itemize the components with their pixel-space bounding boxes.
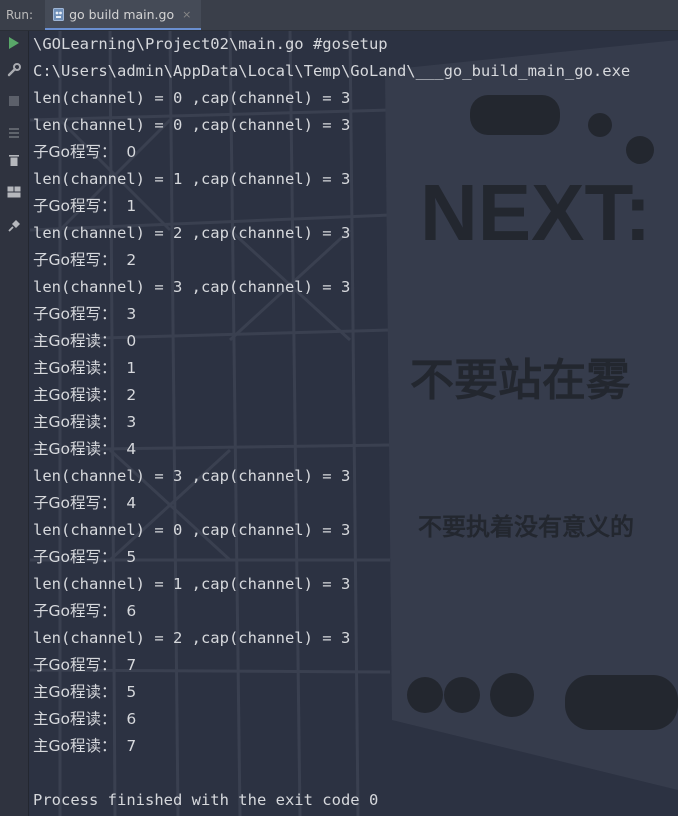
console-line: len(channel) = 3 ,cap(channel) = 3 [33,278,351,296]
console-line: 主Go程读： 1 [33,359,137,377]
console-line: 主Go程读： 7 [33,737,137,755]
console-line: len(channel) = 2 ,cap(channel) = 3 [33,629,351,647]
console-line: 子Go程写： 3 [33,305,137,323]
console-line: \GOLearning\Project02\main.go #gosetup [33,35,388,53]
console-line: len(channel) = 0 ,cap(channel) = 3 [33,89,351,107]
console-line: C:\Users\admin\AppData\Local\Temp\GoLand… [33,62,631,80]
console-line: 子Go程写： 2 [33,251,137,269]
run-label: Run: [6,8,34,22]
console-line: 主Go程读： 4 [33,440,137,458]
console-line: 主Go程读： 3 [33,413,137,431]
console-line: 子Go程写： 7 [33,656,137,674]
console-line: len(channel) = 0 ,cap(channel) = 3 [33,116,351,134]
stop-icon[interactable] [6,93,22,109]
go-file-icon [53,7,65,21]
console-line: 主Go程读： 0 [33,332,137,350]
console-line: 子Go程写： 5 [33,548,137,566]
run-tool-window: NEXT: 不要站在雾 不要执着没有意义的 Run: go build main… [0,0,678,816]
console-line: len(channel) = 2 ,cap(channel) = 3 [33,224,351,242]
tab-label: go build main.go [69,6,175,22]
console-line: len(channel) = 3 ,cap(channel) = 3 [33,467,351,485]
run-toolbar [0,31,29,816]
pin-icon[interactable] [6,218,22,234]
console-line: Process finished with the exit code 0 [33,791,379,809]
console-line: 主Go程读： 2 [33,386,137,404]
trash-icon[interactable] [6,152,22,168]
console-line: 子Go程写： 4 [33,494,137,512]
console-line: 主Go程读： 6 [33,710,137,728]
console-line: len(channel) = 1 ,cap(channel) = 3 [33,170,351,188]
layout-icon[interactable] [6,184,22,200]
console-line: len(channel) = 1 ,cap(channel) = 3 [33,575,351,593]
console-line: 主Go程读： 5 [33,683,137,701]
console-line: 子Go程写： 6 [33,602,137,620]
close-icon[interactable]: × [182,8,191,21]
console-output[interactable]: \GOLearning\Project02\main.go #gosetup C:… [33,31,678,814]
sort-icon[interactable] [6,124,22,140]
console-line: 子Go程写： 1 [33,197,137,215]
run-icon[interactable] [6,35,22,51]
wrench-icon[interactable] [6,62,22,78]
console-line: len(channel) = 0 ,cap(channel) = 3 [33,521,351,539]
tab-go-build-main[interactable]: go build main.go × [45,0,202,30]
run-panel-header: Run: go build main.go × [0,0,678,31]
console-line: 子Go程写： 0 [33,143,137,161]
